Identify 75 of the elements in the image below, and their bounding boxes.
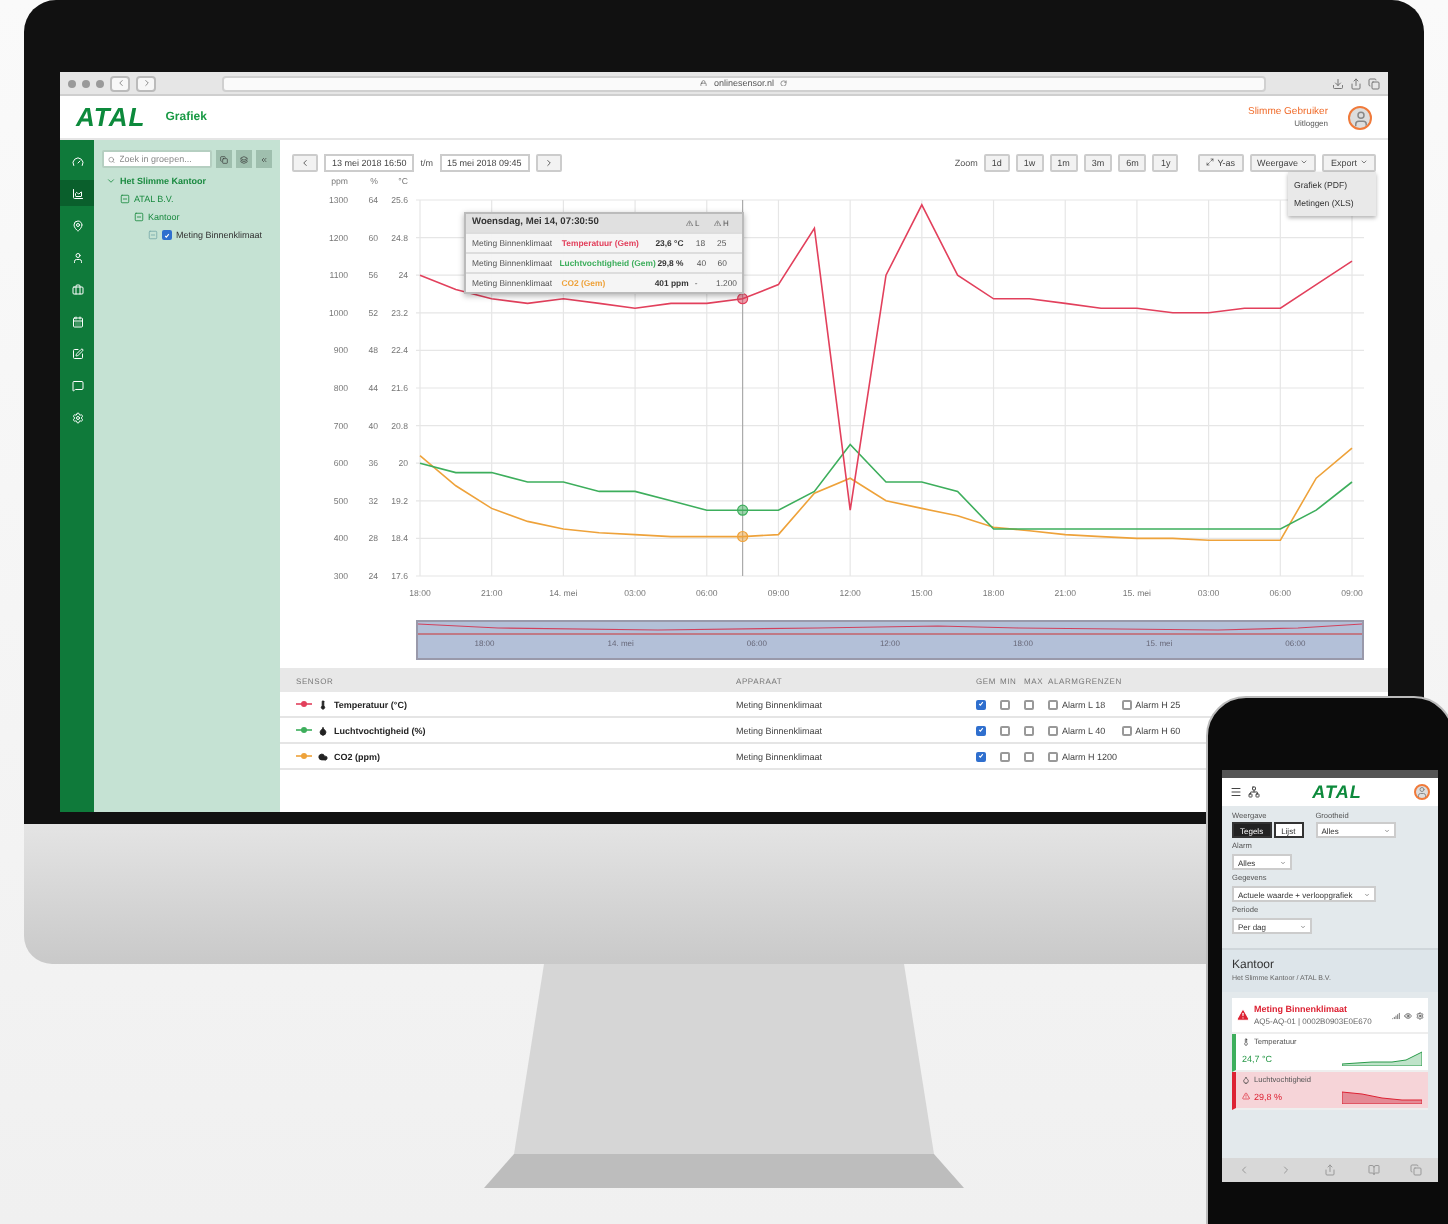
avatar[interactable] (1348, 105, 1372, 129)
share-icon[interactable] (1323, 1164, 1336, 1176)
chevron-icon[interactable] (106, 176, 116, 186)
search-icon (108, 155, 116, 163)
edit-icon (71, 347, 83, 359)
reload-icon[interactable] (780, 79, 788, 87)
checkbox[interactable] (1024, 699, 1034, 709)
person-icon (71, 251, 83, 263)
checkbox[interactable] (1024, 751, 1034, 761)
checkbox[interactable] (1121, 699, 1132, 709)
eye-icon[interactable] (1404, 1011, 1412, 1019)
gauge-icon (71, 155, 83, 167)
sitemap-icon[interactable] (1248, 786, 1260, 798)
settings-icon (71, 411, 83, 423)
layers-button[interactable] (236, 150, 252, 168)
double-chevron-icon (260, 155, 268, 163)
warning-icon (1242, 1092, 1250, 1100)
download-icon[interactable] (1332, 77, 1344, 89)
back-button[interactable] (110, 75, 130, 91)
logo[interactable]: ATAL (76, 102, 146, 132)
checkbox[interactable] (1000, 725, 1010, 735)
cloud-icon (318, 751, 328, 761)
checkbox[interactable] (162, 230, 172, 240)
collapse-icon (148, 230, 158, 240)
checkbox[interactable] (1000, 751, 1010, 761)
signal-icon (1392, 1011, 1400, 1019)
lock-icon (700, 79, 708, 87)
checkbox[interactable] (1000, 699, 1010, 709)
chevron-left-icon (300, 157, 310, 167)
checkbox[interactable] (976, 725, 986, 735)
copy-icon (220, 155, 228, 163)
calendar-icon (71, 315, 83, 327)
checkbox[interactable] (1048, 751, 1058, 761)
person-icon (1351, 109, 1369, 127)
nav-button[interactable] (60, 180, 94, 206)
message-icon (71, 379, 83, 391)
previous-button[interactable] (292, 153, 318, 171)
chevron-right-icon (543, 157, 554, 167)
droplet-icon (1242, 1076, 1250, 1084)
checkbox[interactable] (976, 699, 986, 709)
trend-sparkline (1342, 1050, 1422, 1066)
trend-sparkline (1342, 1088, 1422, 1104)
collapse-icon[interactable] (120, 194, 130, 204)
collapse-button[interactable] (256, 150, 272, 168)
point-marker (737, 504, 749, 516)
checkbox[interactable] (976, 751, 986, 761)
avatar[interactable] (1414, 784, 1431, 800)
next-button[interactable] (535, 153, 562, 171)
thermometer-icon (1242, 1038, 1250, 1046)
person-icon (1416, 786, 1429, 798)
tabs-icon[interactable] (1368, 77, 1380, 89)
menu-icon[interactable] (1230, 786, 1242, 798)
checkbox[interactable] (1121, 725, 1132, 735)
chart-icon (71, 187, 83, 199)
thermometer-icon (318, 699, 328, 709)
settings-icon[interactable] (1416, 1011, 1424, 1019)
checkbox[interactable] (1048, 699, 1058, 709)
chevron-left-icon (115, 78, 125, 88)
checkbox[interactable] (1024, 725, 1034, 735)
forward-button[interactable] (136, 75, 156, 91)
chevron-right-icon (141, 78, 151, 88)
pin-icon (71, 219, 83, 231)
share-icon[interactable] (1350, 77, 1362, 89)
point-marker (737, 293, 749, 305)
tabs-icon[interactable] (1410, 1164, 1423, 1176)
briefcase-icon (71, 283, 83, 295)
bookmarks-icon[interactable] (1367, 1164, 1380, 1176)
point-marker (737, 530, 749, 543)
checkbox[interactable] (1048, 725, 1058, 735)
collapse-icon[interactable] (134, 212, 144, 222)
expand-icon (1206, 158, 1215, 166)
layers-icon (240, 155, 248, 163)
droplet-icon (318, 725, 328, 735)
copy-button[interactable] (216, 150, 232, 168)
logo[interactable]: ATAL (1312, 782, 1362, 802)
